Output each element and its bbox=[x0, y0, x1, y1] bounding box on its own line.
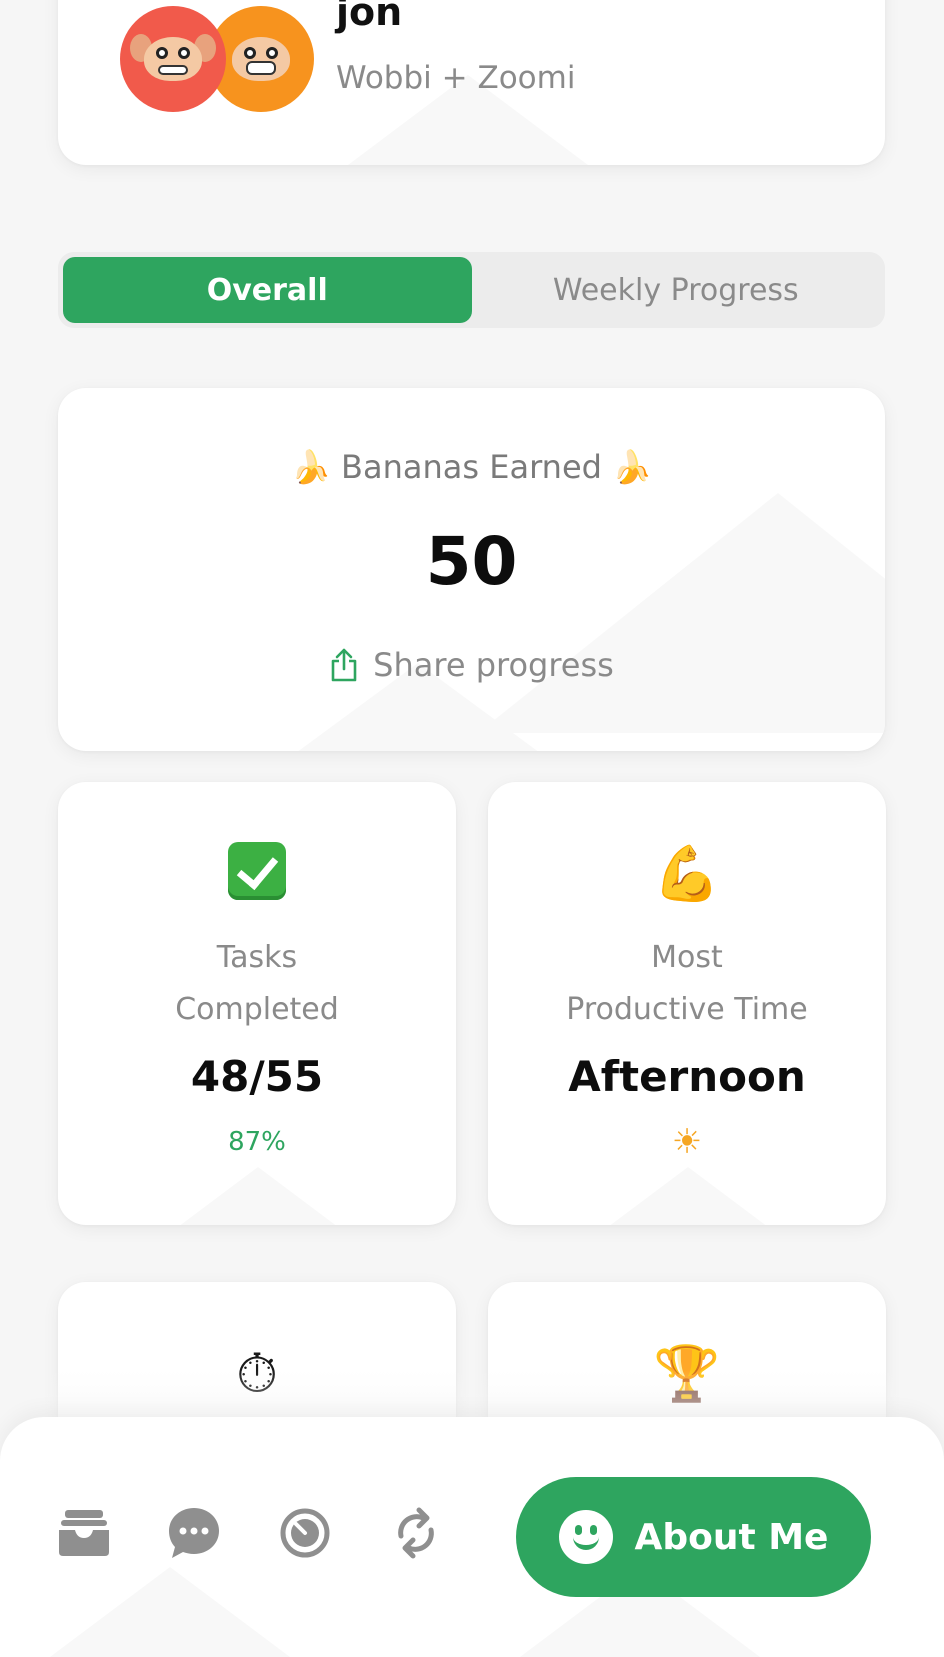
about-me-button[interactable]: About Me bbox=[516, 1477, 871, 1597]
check-mark-icon bbox=[228, 842, 286, 900]
decor-triangle bbox=[138, 1167, 378, 1225]
tab-overall[interactable]: Overall bbox=[63, 257, 472, 323]
banana-icon: 🍌 bbox=[291, 448, 331, 486]
sync-icon[interactable] bbox=[388, 1505, 444, 1561]
stat-label: Completed bbox=[175, 992, 339, 1027]
tab-weekly-progress[interactable]: Weekly Progress bbox=[472, 257, 881, 323]
banana-icon: 🍌 bbox=[612, 448, 652, 486]
productive-time-card: 💪 Most Productive Time Afternoon ☀ bbox=[488, 782, 886, 1225]
chat-bubble-icon[interactable] bbox=[166, 1505, 222, 1561]
sun-icon: ☀ bbox=[671, 1122, 703, 1162]
decor-triangle bbox=[50, 1567, 290, 1657]
about-me-label: About Me bbox=[634, 1516, 829, 1558]
stat-label: Tasks bbox=[216, 940, 298, 975]
progress-tabs: Overall Weekly Progress bbox=[58, 252, 885, 328]
bottom-navigation: About Me bbox=[0, 1417, 944, 1657]
profile-name: jon bbox=[336, 0, 403, 34]
tasks-completed-card: Tasks Completed 48/55 87% bbox=[58, 782, 456, 1225]
timer-icon[interactable] bbox=[277, 1505, 333, 1561]
monkey-face-icon bbox=[232, 37, 290, 81]
share-label: Share progress bbox=[373, 646, 614, 684]
bananas-title: Bananas Earned bbox=[341, 448, 602, 486]
inbox-tray-icon[interactable] bbox=[56, 1505, 112, 1561]
bananas-card: 🍌 Bananas Earned 🍌 50 Share progress bbox=[58, 388, 885, 751]
share-icon bbox=[331, 648, 357, 682]
stat-label: Productive Time bbox=[566, 992, 808, 1027]
stat-label: Most bbox=[651, 940, 723, 975]
productive-time-value: Afternoon bbox=[568, 1052, 806, 1101]
tasks-completed-percent: 87% bbox=[228, 1127, 286, 1157]
profile-subtitle: Wobbi + Zoomi bbox=[336, 60, 576, 96]
decor-triangle bbox=[568, 1167, 808, 1225]
bananas-title-row: 🍌 Bananas Earned 🍌 bbox=[58, 448, 885, 486]
stats-screen: jon Wobbi + Zoomi Overall Weekly Progres… bbox=[0, 0, 944, 1657]
check-mark-icon-wrap bbox=[58, 842, 456, 913]
share-progress-button[interactable]: Share progress bbox=[58, 646, 885, 684]
profile-card: jon Wobbi + Zoomi bbox=[58, 0, 885, 165]
monkey-red-avatar bbox=[120, 6, 226, 112]
monkey-face-icon bbox=[144, 37, 202, 81]
smiley-icon bbox=[558, 1510, 613, 1564]
flexed-biceps-icon: 💪 bbox=[653, 842, 721, 905]
tasks-completed-value: 48/55 bbox=[190, 1052, 324, 1101]
bananas-value: 50 bbox=[425, 523, 518, 600]
